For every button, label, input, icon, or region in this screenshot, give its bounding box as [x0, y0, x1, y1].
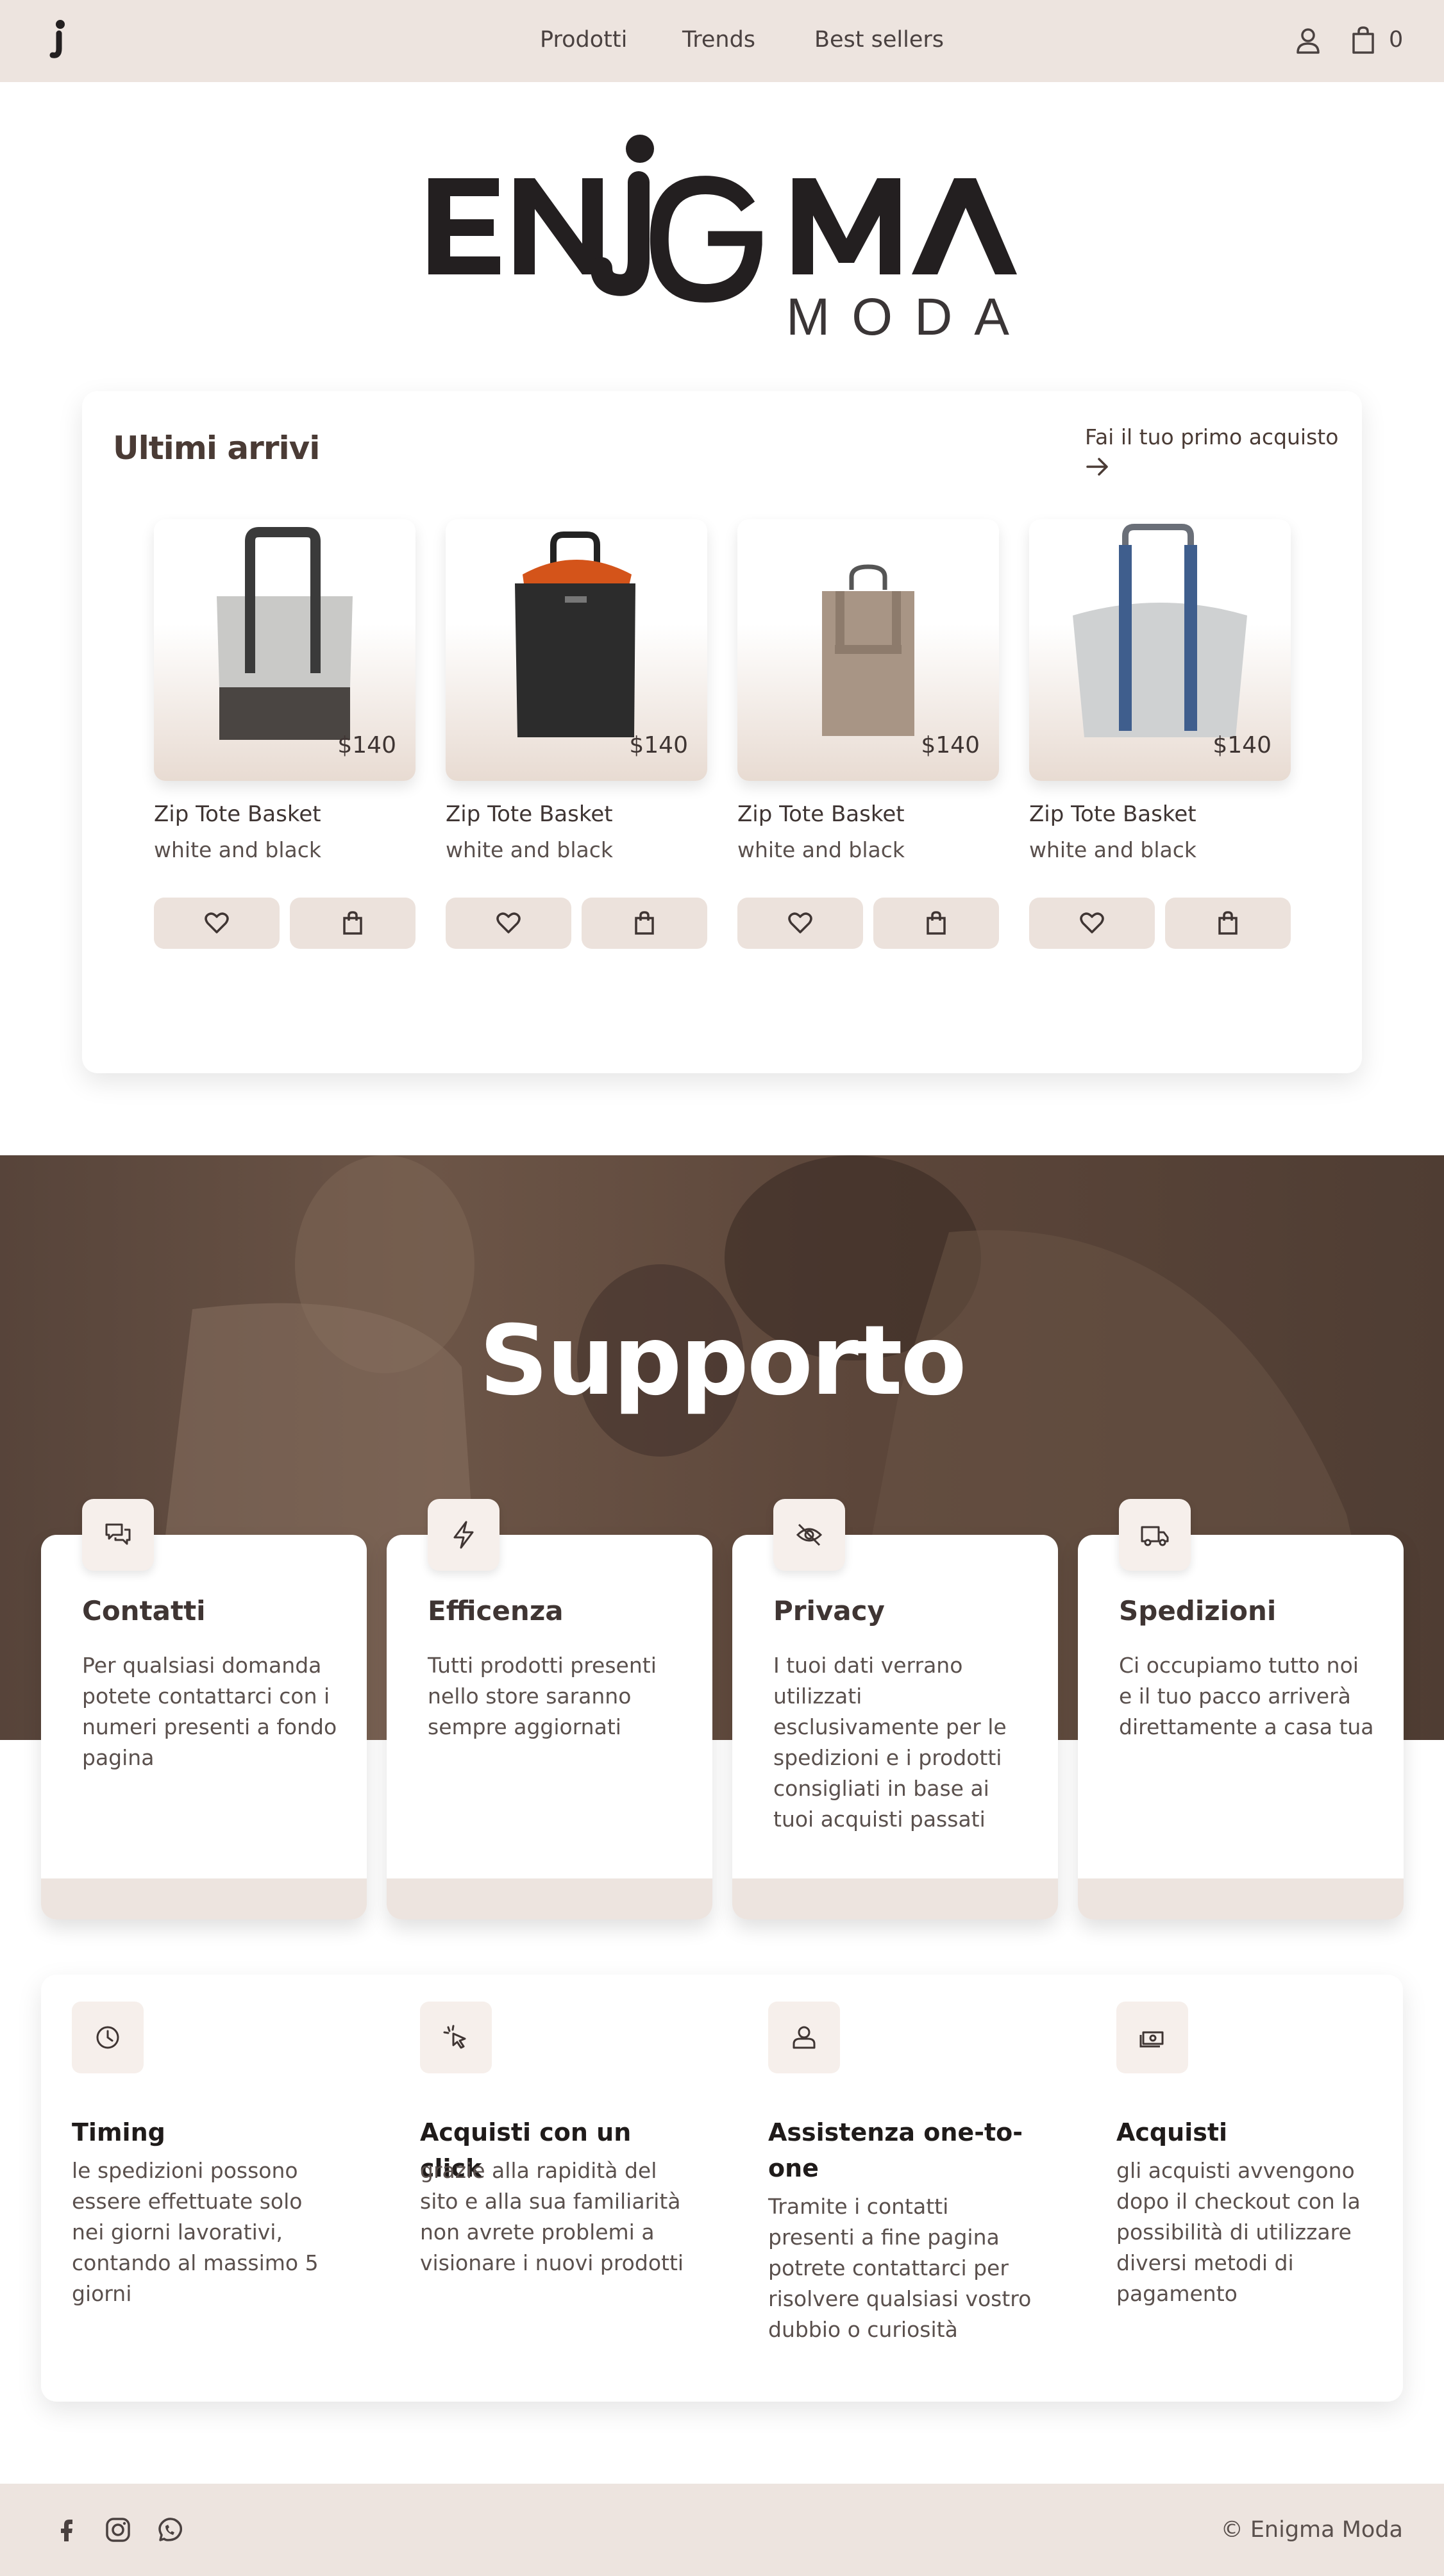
- info-icon-box: [1116, 2002, 1188, 2073]
- facebook-icon[interactable]: [53, 2516, 81, 2544]
- product-name[interactable]: Zip Tote Basket: [1029, 801, 1196, 827]
- feature-title: Contatti: [82, 1595, 206, 1627]
- product-card[interactable]: $140 Zip Tote Basket white and black: [737, 519, 999, 968]
- product-image-grey-blue-tote[interactable]: $140: [1029, 519, 1291, 781]
- copyright-text: © Enigma Moda: [1220, 2517, 1403, 2543]
- feature-icon-box: [82, 1499, 154, 1571]
- product-color: white and black: [737, 837, 905, 862]
- info-icon-box: [768, 2002, 840, 2073]
- feature-title: Efficenza: [428, 1595, 564, 1627]
- arrow-right-icon[interactable]: [1085, 455, 1111, 478]
- logo-moda-text: MODA: [786, 288, 1023, 346]
- product-name[interactable]: Zip Tote Basket: [154, 801, 321, 827]
- feature-icon-box: [1119, 1499, 1191, 1571]
- users-icon: [793, 2026, 816, 2049]
- heart-icon: [1080, 912, 1104, 933]
- info-icon-box: [420, 2002, 492, 2073]
- shopping-bag-icon: [343, 911, 362, 935]
- eye-off-icon: [796, 1523, 823, 1546]
- product-price: $140: [1213, 732, 1272, 758]
- product-image-grey-black-tote[interactable]: $140: [154, 519, 416, 781]
- feature-card-footer: [41, 1878, 367, 1919]
- feature-text: Ci occupiamo tutto noi e il tuo pacco ar…: [1119, 1653, 1374, 1739]
- chat-icon: [105, 1523, 131, 1545]
- feature-text: Tutti prodotti presenti nello store sara…: [428, 1653, 657, 1739]
- feature-text: I tuoi dati verrano utilizzati esclusiva…: [773, 1653, 1007, 1832]
- new-arrivals-card: Ultimi arrivi Fai il tuo primo acquisto …: [82, 391, 1362, 1073]
- footer: © Enigma Moda: [0, 2484, 1444, 2576]
- add-to-wishlist-button[interactable]: [1029, 898, 1155, 949]
- add-to-wishlist-button[interactable]: [154, 898, 280, 949]
- nav-prodotti[interactable]: Prodotti: [540, 27, 627, 53]
- support-title: Supporto: [479, 1305, 966, 1417]
- feature-card-footer: [387, 1878, 712, 1919]
- product-color: white and black: [154, 837, 321, 862]
- add-to-cart-button[interactable]: [873, 898, 999, 949]
- top-bar: Prodotti Trends Best sellers 0: [0, 0, 1444, 82]
- clock-icon: [96, 2026, 119, 2049]
- info-text: gli acquisti avvengono dopo il checkout …: [1116, 2158, 1361, 2306]
- product-card[interactable]: $140 Zip Tote Basket white and black: [154, 519, 416, 968]
- add-to-cart-button[interactable]: [290, 898, 416, 949]
- shopping-bag-icon[interactable]: [1350, 26, 1376, 55]
- product-name[interactable]: Zip Tote Basket: [737, 801, 905, 827]
- feature-title: Spedizioni: [1119, 1595, 1277, 1627]
- feature-card-privacy: Privacy I tuoi dati verrano utilizzati e…: [732, 1535, 1058, 1919]
- product-price: $140: [921, 732, 980, 758]
- first-purchase-link[interactable]: Fai il tuo primo acquisto: [1085, 424, 1338, 449]
- product-price: $140: [629, 732, 688, 758]
- product-card[interactable]: $140 Zip Tote Basket white and black: [1029, 519, 1291, 968]
- product-card[interactable]: $140 Zip Tote Basket white and black: [446, 519, 707, 968]
- add-to-cart-button[interactable]: [1165, 898, 1291, 949]
- user-icon[interactable]: [1295, 27, 1321, 55]
- add-to-wishlist-button[interactable]: [737, 898, 863, 949]
- cursor-click-icon: [443, 2025, 466, 2049]
- feature-card-footer: [732, 1878, 1058, 1919]
- lightning-icon: [453, 1521, 474, 1549]
- info-text: grazie alla rapidità del sito e alla sua…: [420, 2158, 684, 2275]
- product-price: $140: [337, 732, 396, 758]
- product-color: white and black: [1029, 837, 1196, 862]
- nav-best-sellers[interactable]: Best sellers: [814, 27, 944, 53]
- feature-card-spedizioni: Spedizioni Ci occupiamo tutto noi e il t…: [1078, 1535, 1404, 1919]
- heart-icon: [788, 912, 812, 933]
- product-name[interactable]: Zip Tote Basket: [446, 801, 613, 827]
- cash-icon: [1139, 2031, 1164, 2048]
- whatsapp-icon[interactable]: [155, 2516, 183, 2544]
- heart-icon: [496, 912, 521, 933]
- new-arrivals-title: Ultimi arrivi: [113, 430, 320, 467]
- heart-icon: [205, 912, 229, 933]
- instagram-icon[interactable]: [104, 2516, 132, 2544]
- feature-card-footer: [1078, 1878, 1404, 1919]
- feature-text: Per qualsiasi domanda potete contattarci…: [82, 1653, 337, 1770]
- add-to-cart-button[interactable]: [582, 898, 707, 949]
- shopping-bag-icon: [635, 911, 654, 935]
- info-text: le spedizioni possono essere effettuate …: [72, 2158, 319, 2306]
- shopping-bag-icon: [1218, 911, 1238, 935]
- enigma-moda-logo: MODA: [428, 135, 1023, 346]
- product-image-black-orange-tote[interactable]: $140: [446, 519, 707, 781]
- shopping-bag-icon: [927, 911, 946, 935]
- feature-card-efficenza: Efficenza Tutti prodotti presenti nello …: [387, 1535, 712, 1919]
- feature-title: Privacy: [773, 1595, 885, 1627]
- info-text: Tramite i contatti presenti a fine pagin…: [768, 2194, 1032, 2342]
- info-title: Assistenza one-to-one: [768, 2118, 1023, 2182]
- info-title: Timing: [72, 2118, 165, 2146]
- nav-trends[interactable]: Trends: [682, 27, 755, 53]
- add-to-wishlist-button[interactable]: [446, 898, 571, 949]
- truck-icon: [1141, 1526, 1169, 1546]
- info-icon-box: [72, 2002, 144, 2073]
- product-color: white and black: [446, 837, 613, 862]
- info-title: Acquisti: [1116, 2118, 1228, 2146]
- product-image-taupe-backpack[interactable]: $140: [737, 519, 999, 781]
- main-nav: Prodotti Trends Best sellers: [0, 0, 1444, 82]
- cart-count: 0: [1389, 27, 1404, 53]
- feature-card-contatti: Contatti Per qualsiasi domanda potete co…: [41, 1535, 367, 1919]
- info-card: Timing le spedizioni possono essere effe…: [41, 1975, 1403, 2402]
- feature-icon-box: [428, 1499, 500, 1571]
- feature-icon-box: [773, 1499, 845, 1571]
